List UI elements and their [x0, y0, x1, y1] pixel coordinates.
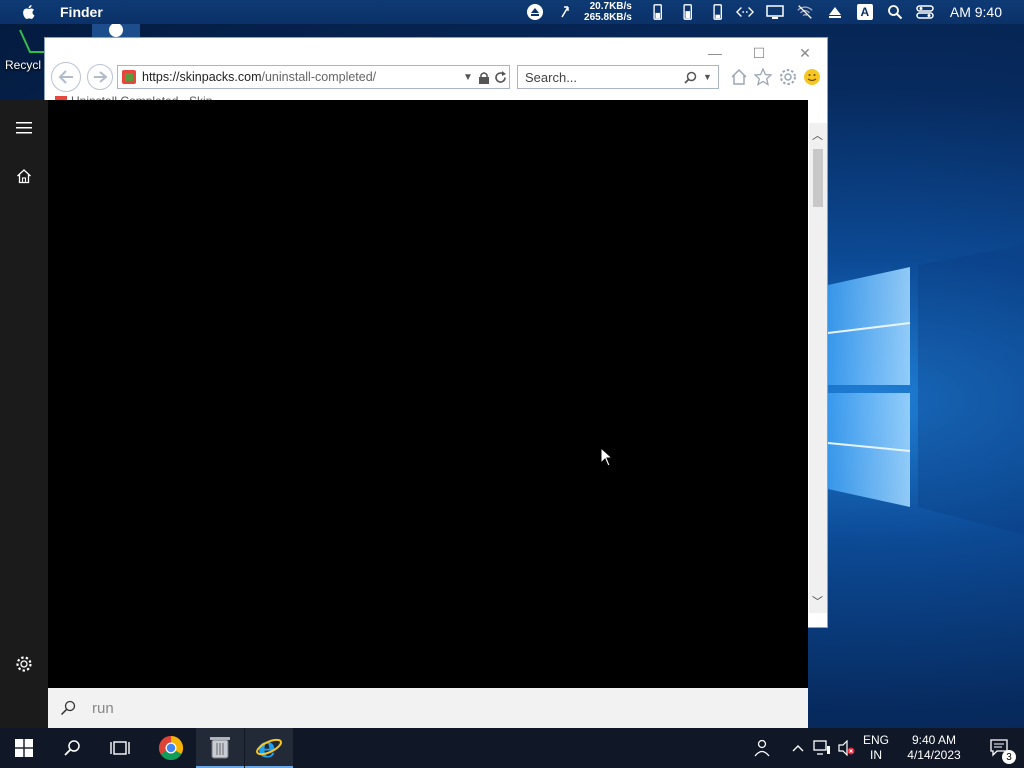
region-code: IN — [870, 748, 882, 762]
display-icon[interactable] — [766, 3, 784, 21]
smiley-feedback-icon[interactable] — [803, 68, 821, 86]
scroll-down-icon[interactable]: ﹀ — [812, 593, 823, 609]
start-search-input[interactable] — [92, 699, 692, 717]
scrollbar-thumb[interactable] — [813, 149, 823, 207]
navigation-bar: https://skinpacks.com/uninstall-complete… — [45, 62, 827, 92]
menu-bar: Finder 20.7KB/s 265.8KB/s A AM 9:40 — [0, 0, 1024, 24]
apple-icon[interactable] — [20, 3, 38, 21]
search-icon[interactable] — [48, 728, 96, 768]
action-center-icon[interactable]: 3 — [976, 728, 1024, 768]
upload-speed: 20.7KB/s — [589, 1, 632, 12]
home-icon[interactable] — [730, 68, 748, 86]
mem-gauge-icon[interactable] — [676, 3, 694, 21]
cpu-gauge-icon[interactable] — [706, 3, 724, 21]
maximize-button[interactable]: ☐ — [739, 42, 779, 64]
volume-muted-icon[interactable] — [834, 728, 858, 768]
tray-chevron-up-icon[interactable] — [786, 728, 810, 768]
recycle-bin-icon[interactable] — [196, 728, 244, 768]
menubar-status-area: 20.7KB/s 265.8KB/s A AM 9:40 — [520, 0, 1024, 24]
notification-count-badge: 3 — [1002, 750, 1016, 764]
scroll-up-icon[interactable]: ︿ — [812, 127, 823, 143]
window-titlebar[interactable]: — ☐ ✕ — [45, 38, 827, 64]
network-speed: 20.7KB/s 265.8KB/s — [584, 1, 632, 23]
taskbar-date: 4/14/2023 — [907, 748, 961, 762]
spotlight-icon[interactable] — [886, 3, 904, 21]
refresh-icon[interactable] — [494, 70, 507, 84]
favorites-star-icon[interactable] — [754, 68, 772, 86]
chrome-icon[interactable] — [147, 728, 195, 768]
search-dropdown-icon[interactable]: ▼ — [703, 72, 712, 82]
input-source-icon[interactable]: A — [856, 3, 874, 21]
ssd-gauge-icon[interactable] — [646, 3, 664, 21]
search-results-pane — [48, 100, 808, 688]
desktop-shortcut-icon[interactable] — [92, 22, 140, 38]
start-menu — [0, 100, 808, 728]
page-scrollbar[interactable]: ︿ ﹀ — [809, 123, 827, 613]
url-path: /uninstall-completed/ — [261, 70, 377, 84]
taskbar-clock[interactable]: 9:40 AM 4/14/2023 — [898, 733, 970, 763]
windows-start-icon[interactable] — [0, 728, 48, 768]
minimize-button[interactable]: — — [695, 42, 735, 64]
lock-icon[interactable] — [478, 71, 490, 84]
url-host: https://skinpacks.com — [142, 70, 262, 84]
language-code: ENG — [862, 733, 889, 747]
triangle-icon[interactable] — [826, 3, 844, 21]
back-arrow-icon — [58, 70, 73, 84]
back-button[interactable] — [51, 62, 81, 92]
code-icon[interactable] — [735, 3, 754, 21]
download-speed: 265.8KB/s — [584, 12, 632, 23]
search-placeholder: Search... — [525, 69, 578, 85]
close-button[interactable]: ✕ — [785, 42, 825, 64]
home-icon[interactable] — [0, 156, 48, 196]
network-tray-icon[interactable] — [810, 728, 834, 768]
search-icon — [60, 700, 76, 716]
wifi-off-icon[interactable] — [796, 3, 814, 21]
windows-wallpaper-logo — [828, 245, 1024, 535]
control-center-icon[interactable] — [916, 3, 934, 21]
address-bar[interactable]: https://skinpacks.com/uninstall-complete… — [117, 65, 510, 89]
recycle-bin-label: Recycl — [5, 58, 42, 72]
active-app-name[interactable]: Finder — [60, 4, 103, 20]
people-icon[interactable] — [738, 728, 786, 768]
hamburger-menu-icon[interactable] — [0, 108, 48, 148]
settings-icon[interactable] — [0, 644, 48, 684]
internet-explorer-icon[interactable]: e — [245, 728, 293, 768]
site-favicon — [122, 70, 136, 84]
network-arrows-icon — [556, 3, 574, 21]
forward-arrow-icon — [94, 71, 107, 83]
search-box[interactable]: Search... ▼ — [517, 65, 719, 89]
address-dropdown-icon[interactable]: ▼ — [463, 72, 473, 83]
settings-gear-icon[interactable] — [779, 68, 797, 86]
start-menu-rail — [0, 100, 48, 728]
forward-button[interactable] — [87, 64, 113, 90]
menubar-clock[interactable]: AM 9:40 — [950, 4, 1002, 20]
search-icon[interactable] — [684, 71, 697, 84]
language-indicator[interactable]: ENG IN — [858, 733, 894, 763]
start-search-bar[interactable] — [48, 688, 808, 728]
task-view-icon[interactable] — [96, 728, 144, 768]
taskbar: e ENG IN 9:40 AM 4/14/2023 3 — [0, 728, 1024, 768]
mouse-cursor-icon — [600, 447, 612, 467]
eject-icon[interactable] — [526, 3, 544, 21]
input-source-badge: A — [856, 4, 873, 20]
taskbar-time: 9:40 AM — [911, 733, 957, 747]
